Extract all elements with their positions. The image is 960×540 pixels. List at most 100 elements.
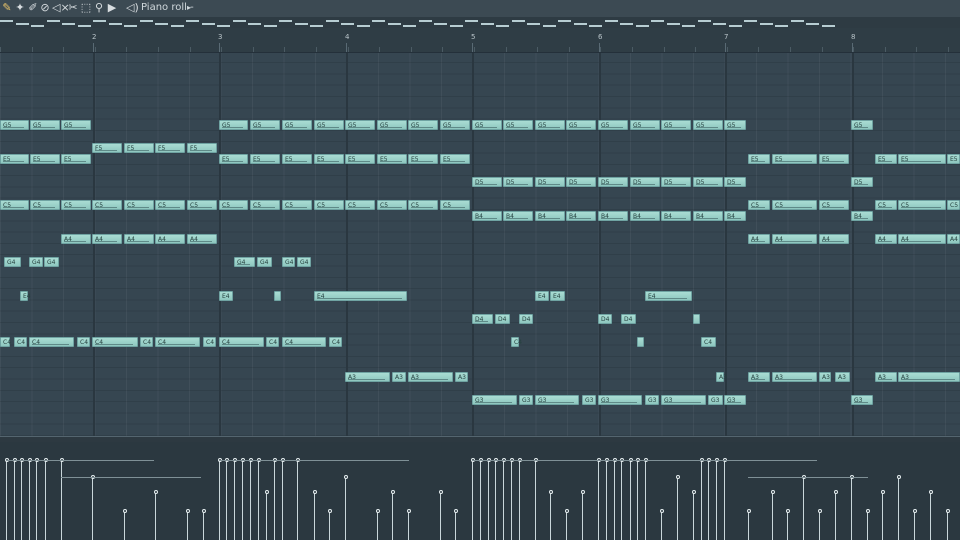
velocity-handle[interactable] bbox=[453, 509, 458, 513]
note[interactable]: A3 bbox=[835, 372, 850, 382]
note[interactable]: C4 bbox=[14, 337, 27, 347]
velocity-handle[interactable] bbox=[785, 509, 790, 513]
velocity-stem[interactable] bbox=[187, 511, 188, 540]
velocity-stem[interactable] bbox=[511, 460, 512, 540]
note[interactable]: D5 bbox=[661, 177, 691, 187]
velocity-handle[interactable] bbox=[327, 509, 332, 513]
note[interactable]: E5 bbox=[30, 154, 60, 164]
note[interactable]: G3 bbox=[661, 395, 706, 405]
velocity-handle[interactable] bbox=[659, 509, 664, 513]
velocity-stem[interactable] bbox=[440, 492, 441, 540]
note[interactable]: C5 bbox=[408, 200, 438, 210]
note[interactable]: C5 bbox=[92, 200, 122, 210]
note[interactable]: C5 bbox=[314, 200, 344, 210]
note[interactable]: A4 bbox=[898, 234, 946, 244]
mute-icon[interactable]: ◁× bbox=[52, 1, 70, 15]
note[interactable]: G5 bbox=[535, 120, 565, 130]
velocity-handle[interactable] bbox=[817, 509, 822, 513]
note[interactable]: D5 bbox=[566, 177, 596, 187]
velocity-handle[interactable] bbox=[122, 509, 127, 513]
velocity-stem[interactable] bbox=[226, 460, 227, 540]
note[interactable]: G5 bbox=[61, 120, 91, 130]
note[interactable]: E5 bbox=[408, 154, 438, 164]
velocity-handle[interactable] bbox=[153, 490, 158, 494]
velocity-stem[interactable] bbox=[851, 477, 852, 540]
note[interactable]: B4 bbox=[535, 211, 565, 221]
note[interactable]: E5 bbox=[345, 154, 375, 164]
note[interactable]: F5 bbox=[155, 143, 185, 153]
velocity-stem[interactable] bbox=[45, 460, 46, 540]
velocity-stem[interactable] bbox=[914, 511, 915, 540]
velocity-stem[interactable] bbox=[282, 460, 283, 540]
velocity-stem[interactable] bbox=[124, 511, 125, 540]
note[interactable]: G3 bbox=[519, 395, 533, 405]
velocity-stem[interactable] bbox=[392, 492, 393, 540]
note[interactable]: A3 bbox=[875, 372, 897, 382]
speaker-icon[interactable]: ◁) bbox=[126, 1, 139, 15]
velocity-stem[interactable] bbox=[582, 492, 583, 540]
note[interactable]: E5 bbox=[875, 154, 897, 164]
note[interactable]: E5 bbox=[0, 154, 29, 164]
note[interactable]: C5 bbox=[0, 200, 29, 210]
velocity-stem[interactable] bbox=[535, 460, 536, 540]
velocity-handle[interactable] bbox=[833, 490, 838, 494]
note[interactable] bbox=[274, 291, 281, 301]
velocity-stem[interactable] bbox=[519, 460, 520, 540]
note[interactable]: C4 bbox=[282, 337, 326, 347]
note[interactable]: G5 bbox=[377, 120, 407, 130]
note[interactable]: E4 bbox=[645, 291, 692, 301]
note[interactable]: A4 bbox=[947, 234, 960, 244]
note[interactable]: G5 bbox=[219, 120, 248, 130]
note[interactable]: A4 bbox=[819, 234, 849, 244]
note[interactable]: A3 bbox=[898, 372, 960, 382]
note[interactable]: G5 bbox=[440, 120, 470, 130]
note[interactable]: E5 bbox=[440, 154, 470, 164]
note[interactable]: D4 bbox=[621, 314, 636, 324]
note[interactable]: C4 bbox=[701, 337, 716, 347]
velocity-stem[interactable] bbox=[701, 460, 702, 540]
note[interactable]: F5 bbox=[92, 143, 122, 153]
velocity-stem[interactable] bbox=[661, 511, 662, 540]
note[interactable]: G4 bbox=[234, 257, 255, 267]
note[interactable]: E5 bbox=[748, 154, 770, 164]
velocity-stem[interactable] bbox=[645, 460, 646, 540]
velocity-stem[interactable] bbox=[242, 460, 243, 540]
note[interactable]: A3 bbox=[819, 372, 831, 382]
note[interactable]: B4 bbox=[472, 211, 502, 221]
velocity-stem[interactable] bbox=[21, 460, 22, 540]
velocity-handle[interactable] bbox=[264, 490, 269, 494]
velocity-handle[interactable] bbox=[746, 509, 751, 513]
velocity-stem[interactable] bbox=[598, 460, 599, 540]
note[interactable]: G5 bbox=[851, 120, 873, 130]
velocity-stem[interactable] bbox=[258, 460, 259, 540]
note[interactable]: C5 bbox=[819, 200, 849, 210]
velocity-lane[interactable] bbox=[0, 442, 960, 540]
velocity-stem[interactable] bbox=[488, 460, 489, 540]
note[interactable]: A4 bbox=[772, 234, 817, 244]
velocity-stem[interactable] bbox=[155, 492, 156, 540]
note[interactable]: B4 bbox=[693, 211, 723, 221]
note[interactable]: G4 bbox=[297, 257, 311, 267]
time-ruler[interactable]: 2 3 4 5 6 7 8 bbox=[0, 28, 960, 53]
pattern-overview-strip[interactable] bbox=[0, 17, 960, 28]
brush-icon[interactable]: ✐ bbox=[27, 1, 39, 15]
velocity-handle[interactable] bbox=[390, 490, 395, 494]
note[interactable]: D5 bbox=[693, 177, 723, 187]
velocity-stem[interactable] bbox=[408, 511, 409, 540]
velocity-stem[interactable] bbox=[92, 477, 93, 540]
note[interactable]: G4 bbox=[257, 257, 272, 267]
note[interactable]: C4 bbox=[203, 337, 216, 347]
velocity-stem[interactable] bbox=[637, 460, 638, 540]
note[interactable]: C5 bbox=[187, 200, 217, 210]
note[interactable]: G5 bbox=[30, 120, 60, 130]
note[interactable]: D4 bbox=[519, 314, 533, 324]
note[interactable]: G3 bbox=[645, 395, 659, 405]
note[interactable]: G5 bbox=[250, 120, 280, 130]
note[interactable]: G5 bbox=[598, 120, 628, 130]
pencil-icon[interactable]: ✎ bbox=[1, 1, 13, 15]
note[interactable]: E4 bbox=[20, 291, 31, 301]
velocity-handle[interactable] bbox=[312, 490, 317, 494]
velocity-stem[interactable] bbox=[787, 511, 788, 540]
note[interactable]: E5 bbox=[219, 154, 248, 164]
velocity-handle[interactable] bbox=[928, 490, 933, 494]
